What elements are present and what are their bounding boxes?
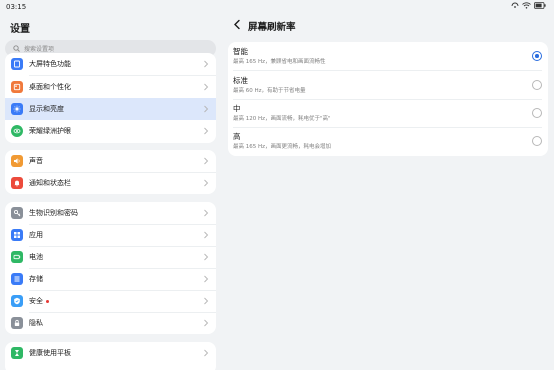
chevron-right-icon	[204, 127, 209, 135]
sidebar-item-large-screen[interactable]: 大屏特色功能	[5, 53, 216, 75]
key-icon	[11, 207, 23, 219]
settings-group-health: 健康使用平板	[5, 342, 216, 370]
notification-dot	[46, 299, 49, 303]
sidebar-item-battery[interactable]: 电池	[5, 246, 216, 268]
option-title: 中	[233, 104, 241, 113]
sidebar-item-storage[interactable]: 存储	[5, 268, 216, 290]
radio-standard[interactable]	[532, 80, 542, 90]
chevron-right-icon	[204, 297, 209, 305]
radio-high[interactable]	[532, 136, 542, 146]
sidebar-item-desktop[interactable]: 桌面和个性化	[5, 76, 216, 98]
storage-icon	[11, 273, 23, 285]
speaker-icon	[11, 155, 23, 167]
hourglass-icon	[11, 347, 23, 359]
sidebar-item-label: 安全	[29, 296, 49, 306]
option-smart[interactable]: 智能 最高 165 Hz，兼顾省电和画面流畅性	[228, 42, 548, 70]
sidebar-item-digital-balance[interactable]: 健康使用平板	[5, 342, 216, 364]
option-title: 智能	[233, 47, 248, 56]
sidebar-item-label: 电池	[29, 253, 43, 261]
sidebar-item-label: 大屏特色功能	[29, 60, 71, 68]
option-description: 最高 60 Hz，有助于节省电量	[233, 88, 306, 94]
eye-icon	[11, 125, 23, 137]
status-icons	[511, 2, 546, 9]
settings-group-display: 大屏特色功能 桌面和个性化 显示和亮度 荣耀绿洲护眼	[5, 53, 216, 143]
sidebar-item-label: 声音	[29, 157, 43, 165]
tablet-icon	[11, 58, 23, 70]
radio-smart[interactable]	[532, 51, 542, 61]
sidebar-item-label: 健康使用平板	[29, 349, 71, 357]
chevron-right-icon	[204, 60, 209, 68]
chevron-right-icon	[204, 157, 209, 165]
sidebar-item-label: 显示和亮度	[29, 105, 64, 113]
sidebar-item-privacy[interactable]: 隐私	[5, 312, 216, 334]
option-title: 标准	[233, 76, 248, 85]
sun-icon	[11, 103, 23, 115]
palette-icon	[11, 81, 23, 93]
apps-icon	[11, 229, 23, 241]
option-description: 最高 165 Hz，画面更流畅，耗电会增加	[233, 144, 332, 150]
option-title: 高	[233, 132, 241, 141]
chevron-right-icon	[204, 231, 209, 239]
sidebar-item-label: 存储	[29, 275, 43, 283]
sidebar-item-eye-care[interactable]: 荣耀绿洲护眼	[5, 120, 216, 142]
settings-group-sound: 声音 通知和状态栏	[5, 150, 216, 194]
chevron-right-icon	[204, 179, 209, 187]
sidebar-item-label: 荣耀绿洲护眼	[29, 127, 71, 135]
battery-status-icon	[534, 2, 546, 9]
back-arrow-icon[interactable]	[233, 19, 241, 30]
chevron-right-icon	[204, 105, 209, 113]
chevron-right-icon	[204, 275, 209, 283]
option-standard[interactable]: 标准 最高 60 Hz，有助于节省电量	[228, 71, 548, 99]
search-placeholder: 搜索设置项	[24, 46, 55, 53]
settings-sidebar: 设置 搜索设置项 大屏特色功能 桌面和个性化 显示和亮度 荣耀绿洲护眼 声音 通…	[0, 0, 222, 370]
refresh-rate-options: 智能 最高 165 Hz，兼顾省电和画面流畅性 标准 最高 60 Hz，有助于节…	[228, 42, 548, 156]
sidebar-item-label: 隐私	[29, 319, 43, 327]
chevron-right-icon	[204, 349, 209, 357]
chevron-right-icon	[204, 83, 209, 91]
bell-icon	[11, 177, 23, 189]
option-high[interactable]: 高 最高 165 Hz，画面更流畅，耗电会增加	[228, 127, 548, 155]
settings-group-system: 生物识别和密码 应用 电池 存储 安全 隐私	[5, 202, 216, 334]
sidebar-item-notifications[interactable]: 通知和状态栏	[5, 172, 216, 194]
sidebar-item-label: 生物识别和密码	[29, 209, 78, 217]
option-description: 最高 120 Hz，画面流畅，耗电优于"高"	[233, 116, 331, 122]
wifi-icon	[522, 2, 531, 9]
sidebar-item-label: 应用	[29, 231, 43, 239]
chevron-right-icon	[204, 253, 209, 261]
battery-icon	[11, 251, 23, 263]
page-title: 屏幕刷新率	[248, 22, 296, 33]
sidebar-item-display[interactable]: 显示和亮度	[5, 98, 216, 120]
sidebar-item-biometrics[interactable]: 生物识别和密码	[5, 202, 216, 224]
sidebar-title: 设置	[10, 24, 30, 35]
sync-icon	[511, 2, 519, 8]
search-icon	[13, 45, 20, 52]
shield-icon	[11, 295, 23, 307]
sidebar-item-sound[interactable]: 声音	[5, 150, 216, 172]
chevron-right-icon	[204, 319, 209, 327]
sidebar-item-label: 桌面和个性化	[29, 83, 71, 91]
option-description: 最高 165 Hz，兼顾省电和画面流畅性	[233, 59, 326, 65]
radio-medium[interactable]	[532, 108, 542, 118]
lock-icon	[11, 317, 23, 329]
chevron-right-icon	[204, 209, 209, 217]
sidebar-item-label: 通知和状态栏	[29, 179, 71, 187]
sidebar-item-apps[interactable]: 应用	[5, 224, 216, 246]
option-medium[interactable]: 中 最高 120 Hz，画面流畅，耗电优于"高"	[228, 99, 548, 127]
sidebar-item-security[interactable]: 安全	[5, 290, 216, 312]
